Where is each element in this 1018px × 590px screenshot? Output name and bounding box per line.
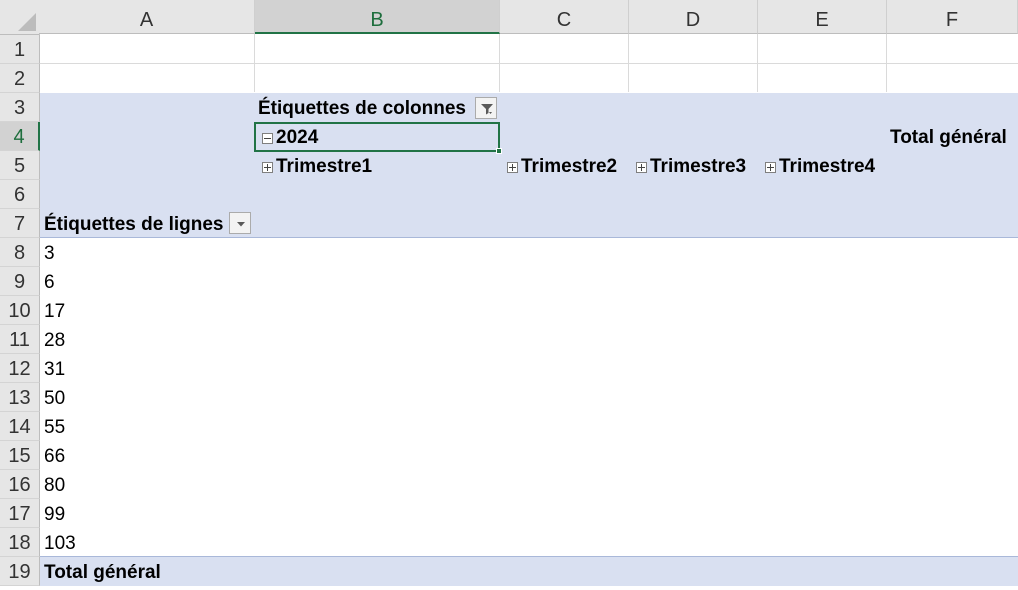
row-header-7[interactable]: 7 bbox=[0, 209, 40, 238]
row-header-14[interactable]: 14 bbox=[0, 412, 40, 441]
fill-handle[interactable] bbox=[496, 148, 502, 154]
row-label-value[interactable]: 103 bbox=[44, 529, 76, 558]
column-header-d[interactable]: D bbox=[629, 0, 758, 34]
expand-plus-icon[interactable] bbox=[262, 162, 273, 173]
row-label-value[interactable]: 3 bbox=[44, 239, 55, 268]
row-label-value[interactable]: 55 bbox=[44, 413, 65, 442]
row-header-6[interactable]: 6 bbox=[0, 180, 40, 209]
row-header-16[interactable]: 16 bbox=[0, 470, 40, 499]
spreadsheet-grid[interactable]: A B C D E F 1 2 3 4 5 6 7 8 9 10 11 12 1… bbox=[0, 0, 1018, 590]
column-header-e[interactable]: E bbox=[758, 0, 887, 34]
row-header-1[interactable]: 1 bbox=[0, 35, 40, 64]
row-header-4[interactable]: 4 bbox=[0, 122, 40, 151]
quarter-header-3[interactable]: Trimestre3 bbox=[636, 152, 746, 181]
row-header-5[interactable]: 5 bbox=[0, 151, 40, 180]
column-labels-filter-button[interactable] bbox=[475, 97, 497, 119]
quarter-label-2: Trimestre2 bbox=[521, 156, 618, 177]
quarter-header-1[interactable]: Trimestre1 bbox=[262, 152, 372, 181]
row-header-8[interactable]: 8 bbox=[0, 238, 40, 267]
row-label-value[interactable]: 17 bbox=[44, 297, 65, 326]
row-header-3[interactable]: 3 bbox=[0, 93, 40, 122]
row-label-value[interactable]: 66 bbox=[44, 442, 65, 471]
pivot-row-labels-header: Étiquettes de lignes bbox=[44, 214, 224, 235]
quarter-label-3: Trimestre3 bbox=[650, 156, 747, 177]
column-header-a[interactable]: A bbox=[39, 0, 255, 34]
column-header-c[interactable]: C bbox=[500, 0, 629, 34]
row-label-value[interactable]: 99 bbox=[44, 500, 65, 529]
column-header-f[interactable]: F bbox=[887, 0, 1018, 34]
row-header-17[interactable]: 17 bbox=[0, 499, 40, 528]
select-all-triangle-icon bbox=[18, 13, 36, 31]
row-label-value[interactable]: 80 bbox=[44, 471, 65, 500]
quarter-header-4[interactable]: Trimestre4 bbox=[765, 152, 875, 181]
select-all-button[interactable] bbox=[0, 0, 40, 35]
quarter-label-1: Trimestre1 bbox=[276, 156, 373, 177]
active-cell-selection[interactable] bbox=[254, 122, 500, 152]
row-header-9[interactable]: 9 bbox=[0, 267, 40, 296]
expand-plus-icon[interactable] bbox=[636, 162, 647, 173]
pivot-column-labels-header: Étiquettes de colonnes bbox=[258, 98, 466, 119]
expand-plus-icon[interactable] bbox=[507, 162, 518, 173]
dropdown-arrow-icon bbox=[237, 222, 245, 227]
row-header-13[interactable]: 13 bbox=[0, 383, 40, 412]
row-label-value[interactable]: 31 bbox=[44, 355, 65, 384]
row-header-12[interactable]: 12 bbox=[0, 354, 40, 383]
row-header-19[interactable]: 19 bbox=[0, 557, 40, 586]
filter-dropdown-icon bbox=[481, 104, 493, 115]
column-header-b[interactable]: B bbox=[255, 0, 500, 34]
row-header-2[interactable]: 2 bbox=[0, 64, 40, 93]
pivot-grand-total-column: Total général bbox=[890, 127, 1007, 148]
row-header-10[interactable]: 10 bbox=[0, 296, 40, 325]
pivot-grand-total-row: Total général bbox=[44, 562, 161, 583]
quarter-label-4: Trimestre4 bbox=[779, 156, 876, 177]
cell-gridlines bbox=[40, 34, 1018, 590]
row-label-value[interactable]: 50 bbox=[44, 384, 65, 413]
row-label-value[interactable]: 6 bbox=[44, 268, 55, 297]
row-header-18[interactable]: 18 bbox=[0, 528, 40, 557]
row-label-value[interactable]: 28 bbox=[44, 326, 65, 355]
row-header-15[interactable]: 15 bbox=[0, 441, 40, 470]
quarter-header-2[interactable]: Trimestre2 bbox=[507, 152, 617, 181]
row-header-11[interactable]: 11 bbox=[0, 325, 40, 354]
row-labels-filter-button[interactable] bbox=[229, 212, 251, 234]
expand-plus-icon[interactable] bbox=[765, 162, 776, 173]
